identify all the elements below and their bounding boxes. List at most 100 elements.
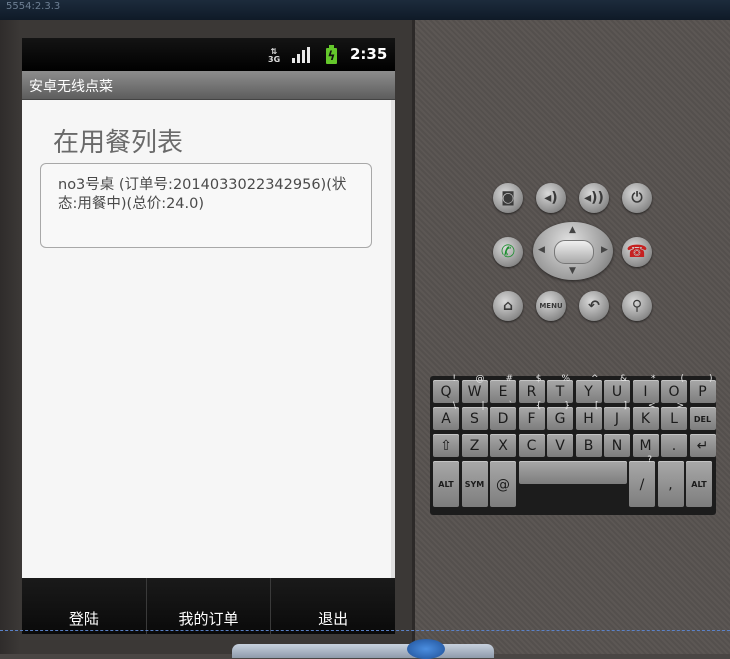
key-label: ⇧	[440, 438, 452, 454]
key-m[interactable]: M	[632, 434, 659, 457]
key-label: L	[670, 411, 678, 427]
key-label: DEL	[693, 415, 712, 424]
key-alt-label: >	[676, 401, 684, 411]
key-@[interactable]: @	[490, 461, 516, 507]
key-alt-label: {	[535, 401, 542, 411]
start-orb-icon[interactable]	[407, 639, 445, 659]
login-button[interactable]: 登陆	[22, 578, 147, 634]
key-/[interactable]: /?	[629, 455, 655, 507]
key-↵[interactable]: ↵	[689, 434, 716, 457]
status-bar: ⇅ 3G ϟ 2:35	[22, 38, 395, 71]
key-n[interactable]: N	[604, 434, 630, 457]
bottom-button-bar: 登陆 我的订单 退出	[22, 578, 395, 634]
key-label: V	[555, 438, 565, 454]
key-label: M	[639, 438, 652, 454]
key-label: C	[526, 438, 537, 454]
key-alt[interactable]: ALT	[686, 461, 712, 507]
volume-up-icon[interactable]: ◂))	[579, 183, 609, 213]
dpad-left-icon[interactable]: ◀	[538, 245, 545, 255]
menu-button[interactable]: MENU	[536, 291, 566, 321]
key-f[interactable]: F{	[518, 401, 545, 430]
home-icon[interactable]: ⌂	[493, 291, 523, 321]
key-label: ALT	[691, 480, 707, 489]
volume-down-icon[interactable]: ◂)	[536, 183, 566, 213]
key-alt-label: }	[564, 401, 570, 411]
key-alt-label: *	[651, 374, 656, 384]
key-l[interactable]: L >	[661, 401, 687, 430]
app-title: 安卓无线点菜	[29, 79, 113, 95]
key-space[interactable]	[518, 461, 627, 484]
key-,[interactable]: ,	[657, 461, 684, 507]
dpad-up-icon[interactable]: ▲	[569, 225, 576, 235]
my-orders-button[interactable]: 我的订单	[147, 578, 272, 634]
key-z[interactable]: Z	[461, 434, 488, 457]
page-title: 在用餐列表	[53, 128, 184, 158]
key-sym[interactable]: SYM	[461, 461, 488, 507]
list-item[interactable]: no3号桌 (订单号:2014033022342956)(状态:用餐中)(总价:…	[40, 163, 372, 248]
key-h[interactable]: H[	[575, 401, 602, 430]
login-button-label: 登陆	[68, 610, 99, 628]
key-alt-label: `	[508, 401, 514, 411]
network-3g-icon: ⇅ 3G	[268, 47, 281, 64]
key-b[interactable]: B	[575, 434, 602, 457]
key-label: D	[497, 411, 509, 427]
key-k[interactable]: K <	[632, 401, 659, 430]
key-alt-label: ]	[623, 401, 627, 411]
search-icon[interactable]: ⚲	[622, 291, 652, 321]
key-label: .	[671, 438, 677, 454]
key-g[interactable]: G}	[547, 401, 573, 430]
key-label: K	[640, 411, 651, 427]
key-alt-label: #	[505, 374, 513, 384]
key-label: I	[643, 384, 648, 400]
power-icon[interactable]: ⏻	[622, 183, 652, 213]
key-alt-label: [	[594, 401, 599, 411]
key-alt-label: (	[680, 374, 684, 384]
key-label: R	[526, 384, 537, 400]
device-frame-edge	[0, 20, 20, 654]
key-⇧[interactable]: ⇧	[433, 434, 459, 457]
battery-charging-icon: ϟ	[326, 45, 337, 64]
key-a[interactable]: A \	[433, 401, 459, 430]
key-label: G	[554, 411, 566, 427]
key-label: W	[467, 384, 482, 400]
key-label: J	[614, 411, 620, 427]
key-x[interactable]: X	[490, 434, 516, 457]
key-alt[interactable]: ALT	[433, 461, 459, 507]
key-alt-label: !	[452, 374, 456, 384]
signal-strength-icon	[292, 47, 310, 63]
key-label: Q	[440, 384, 452, 400]
key-alt-label: <	[647, 401, 656, 411]
main-content: 在用餐列表 no3号桌 (订单号:2014033022342956)(状态:用餐…	[22, 100, 391, 578]
key-del[interactable]: DEL	[689, 407, 716, 430]
app-title-bar: 安卓无线点菜	[22, 71, 395, 100]
selection-guide-line	[0, 630, 730, 631]
key-v[interactable]: V	[547, 434, 573, 457]
key-label: ALT	[438, 480, 454, 489]
back-icon[interactable]: ↶	[579, 291, 609, 321]
taskbar	[232, 644, 494, 658]
key-alt-label: %	[561, 374, 570, 384]
key-s[interactable]: S |	[461, 401, 488, 430]
end-call-icon[interactable]: ☎	[622, 237, 652, 267]
hardware-controls-panel	[415, 20, 730, 654]
key-p[interactable]: P)	[689, 374, 716, 403]
key-label: E	[498, 384, 508, 400]
dpad-down-icon[interactable]: ▼	[569, 266, 576, 276]
key-label: P	[698, 384, 707, 400]
call-icon[interactable]: ✆	[493, 237, 523, 267]
key-c[interactable]: C	[518, 434, 545, 457]
dpad[interactable]: ▲ ▼ ◀ ▶	[533, 222, 613, 280]
key-d[interactable]: D `	[490, 401, 516, 430]
key-label: SYM	[464, 480, 485, 489]
key-j[interactable]: J]	[604, 401, 630, 430]
exit-button[interactable]: 退出	[271, 578, 395, 634]
camera-icon[interactable]: ◙	[493, 183, 523, 213]
dpad-center-button[interactable]	[554, 240, 594, 264]
key-.[interactable]: .	[661, 434, 687, 457]
hardware-keyboard: Q! W @ E # R $ T% Y ^ U & I * O(P) A \ S | D ` F{G} H[J] K < L > DE…	[430, 374, 716, 515]
key-label: ↵	[696, 438, 709, 454]
dpad-right-icon[interactable]: ▶	[601, 245, 608, 255]
key-alt-label: \	[452, 401, 456, 411]
key-label: Z	[469, 438, 480, 454]
key-label: T	[555, 384, 565, 400]
